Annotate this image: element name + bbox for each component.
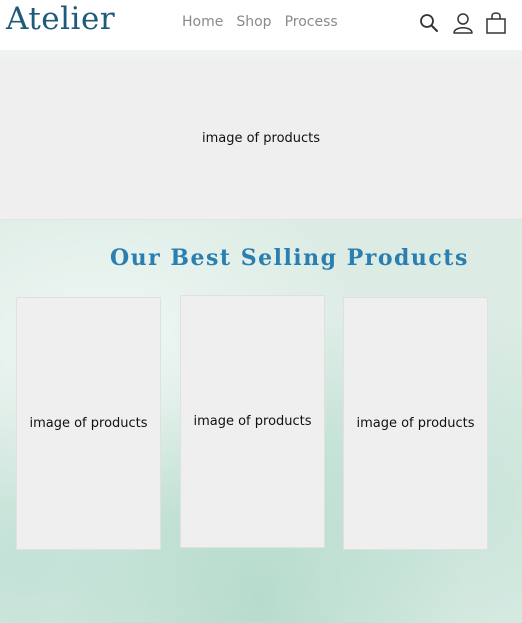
- section-title: Our Best Selling Products: [110, 245, 469, 271]
- product-image-placeholder: image of products: [193, 414, 312, 429]
- search-icon: [420, 14, 438, 32]
- user-icon: [453, 13, 473, 34]
- nav-shop-link[interactable]: Shop: [236, 14, 271, 30]
- nav-home-link[interactable]: Home: [182, 14, 223, 30]
- product-image-placeholder: image of products: [29, 416, 148, 431]
- hero-image-placeholder: image of products: [201, 131, 321, 146]
- search-button[interactable]: [416, 10, 442, 36]
- product-card-2[interactable]: image of products: [180, 295, 325, 548]
- account-button[interactable]: [450, 10, 476, 36]
- brand-logo[interactable]: Atelier: [6, 1, 115, 37]
- cart-button[interactable]: [483, 10, 509, 36]
- product-card-1[interactable]: image of products: [16, 297, 161, 550]
- header-divider: [0, 50, 522, 58]
- site-header: Atelier Home Shop Process: [0, 0, 522, 50]
- main-nav: Home Shop Process: [182, 14, 338, 30]
- best-selling-section: Our Best Selling Products image of produ…: [0, 220, 522, 623]
- product-card-3[interactable]: image of products: [343, 297, 488, 550]
- hero-banner: image of products: [0, 58, 522, 220]
- shopping-bag-icon: [486, 12, 506, 34]
- nav-process-link[interactable]: Process: [285, 14, 338, 30]
- product-image-placeholder: image of products: [356, 416, 475, 431]
